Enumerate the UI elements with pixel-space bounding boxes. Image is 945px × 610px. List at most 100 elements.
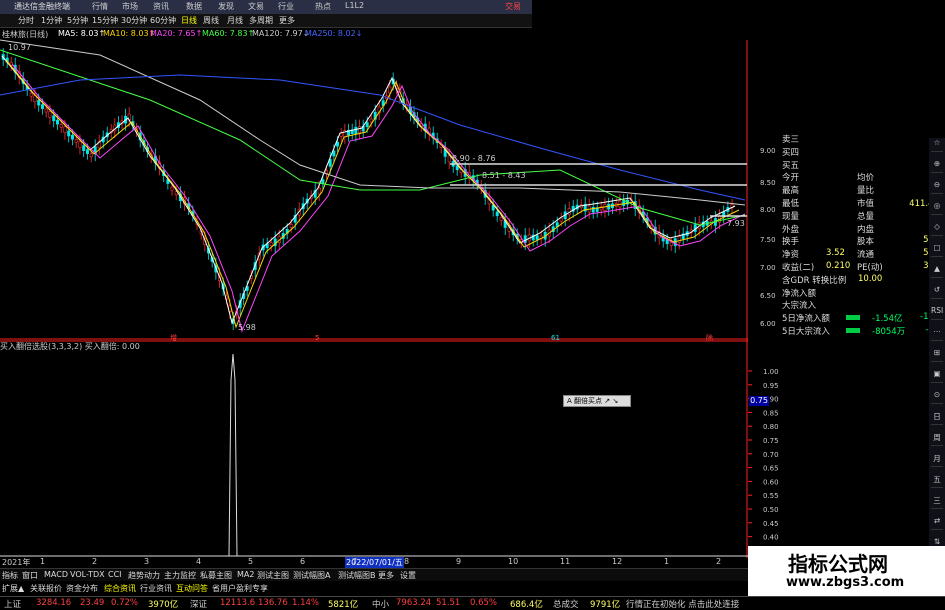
quote-row: 买四	[780, 146, 945, 158]
ext-fund-dist[interactable]: 资金分布	[66, 583, 98, 594]
tab-settings[interactable]: 设置	[400, 570, 416, 581]
indicator-ytick: 0.60	[763, 478, 779, 486]
sidebar-tool-icon[interactable]: □	[931, 243, 943, 257]
tab-main-monitor[interactable]: 主力监控	[164, 570, 196, 581]
sidebar-tool-icon[interactable]: 月	[931, 453, 943, 467]
tab-vol-tdx[interactable]: VOL-TDX	[70, 570, 105, 579]
menu-industry[interactable]: 行业	[278, 1, 294, 12]
candle-body	[55, 119, 59, 125]
date-tick: 10	[508, 557, 519, 566]
hline-label-1: 8.90 - 8.76	[452, 154, 496, 163]
ext-news[interactable]: 综合资讯	[104, 583, 136, 594]
sidebar-tool-icon[interactable]: ▲	[931, 264, 943, 278]
period-60m[interactable]: 60分钟	[150, 15, 176, 26]
candle-body	[369, 118, 373, 123]
ext-related-quote[interactable]: 关联报价	[30, 583, 62, 594]
period-more[interactable]: 更多	[279, 15, 295, 26]
quote-row: 大宗流入	[780, 299, 945, 311]
sidebar-tool-icon[interactable]: ↺	[931, 285, 943, 299]
sidebar-tool-icon[interactable]: ▣	[931, 369, 943, 383]
sidebar-tool-icon[interactable]: ⇄	[931, 516, 943, 530]
ma10-label: MA10: 8.03↑	[103, 29, 156, 38]
period-tick[interactable]: 分时	[18, 15, 34, 26]
tab-test-sub-a[interactable]: 测试幅图A	[293, 570, 330, 581]
candle-body	[89, 153, 93, 158]
ext-industry-news[interactable]: 行业资讯	[140, 583, 172, 594]
sidebar-tool-icon[interactable]: ⋯	[931, 327, 943, 341]
menu-wenyi[interactable]: 文易	[248, 1, 264, 12]
tab-more[interactable]: 更多	[378, 570, 394, 581]
sidebar-tool-icon[interactable]: ◎	[931, 201, 943, 215]
tab-test-main[interactable]: 测试主图	[257, 570, 289, 581]
sidebar-tool-icon[interactable]: ⊙	[931, 390, 943, 404]
period-1m[interactable]: 1分钟	[41, 15, 62, 26]
quote-row: 买五	[780, 159, 945, 171]
period-15m[interactable]: 15分钟	[92, 15, 118, 26]
tab-private-main[interactable]: 私募主图	[200, 570, 232, 581]
candle-body	[321, 179, 325, 184]
candle-body	[499, 217, 503, 221]
sidebar-tool-icon[interactable]: 三	[931, 495, 943, 509]
period-weekly[interactable]: 周线	[203, 15, 219, 26]
tab-test-sub-b[interactable]: 测试幅图B	[338, 570, 376, 581]
menu-market[interactable]: 市场	[122, 1, 138, 12]
quote-row-field: 市值	[857, 199, 875, 209]
tab-macd[interactable]: MACD	[44, 570, 68, 579]
ytick-800: 8.00	[760, 206, 776, 214]
quote-row-label: 净资	[782, 250, 800, 261]
trade-button[interactable]: 交易	[505, 1, 521, 12]
status-item: 12113.6	[220, 598, 256, 608]
sidebar-tool-icon[interactable]: ⊕	[931, 159, 943, 173]
candle-body	[336, 141, 340, 147]
status-bar: 上证 3284.16 23.49 0.72% 3970亿 深证 12113.6 136.76 1…	[0, 596, 945, 610]
quote-row-label: 现量	[782, 211, 800, 222]
period-5m[interactable]: 5分钟	[67, 15, 88, 26]
menu-hot[interactable]: 热点	[315, 1, 331, 12]
ext-expand[interactable]: 扩展▲	[2, 583, 24, 594]
tab-cci[interactable]: CCI	[108, 570, 122, 579]
menu-discover[interactable]: 发现	[218, 1, 234, 12]
sidebar-tool-icon[interactable]: 日	[931, 411, 943, 425]
sidebar-tool-icon[interactable]: 周	[931, 432, 943, 446]
ext-qa[interactable]: 互动问答	[176, 583, 208, 594]
status-item: 深证	[190, 600, 208, 610]
sidebar-tool-icon[interactable]: ◇	[931, 222, 943, 236]
menu-quotes[interactable]: 行情	[92, 1, 108, 12]
tab-ma2[interactable]: MA2	[237, 570, 254, 579]
period-daily[interactable]: 日线	[181, 15, 197, 26]
title-bar: 通达信金融终端 行情 市场 资讯 数据 发现 文易 行业 热点 L1L2 交易	[0, 0, 532, 14]
tab-trend[interactable]: 趋势动力	[128, 570, 160, 581]
indicator-tabs: 指标 窗口 MACD VOL-TDX CCI 趋势动力 主力监控 私募主图 MA…	[0, 568, 760, 581]
quote-row-field: 均价	[857, 173, 875, 184]
candle-body	[447, 155, 451, 163]
tab-indicator[interactable]: 指标	[2, 570, 18, 581]
indicator-chart[interactable]: 1.000.950.900.850.800.750.700.650.600.55…	[0, 340, 779, 558]
status-item: 5821亿	[328, 600, 359, 610]
extension-bar: 扩展▲ 关联报价 资金分布 综合资讯 行业资讯 互动问答 省用户盈利专享	[0, 582, 760, 594]
indicator-ytick: 0.45	[763, 520, 779, 528]
sidebar-tool-icon[interactable]: ⊞	[931, 348, 943, 362]
candle-body	[354, 126, 358, 135]
ytick-600: 6.00	[760, 320, 776, 328]
period-multi[interactable]: 多周期	[249, 15, 273, 26]
tab-window[interactable]: 窗口	[22, 570, 38, 581]
menu-news[interactable]: 资讯	[153, 1, 169, 12]
status-item[interactable]: 行情正在初始化 点击此处连接	[626, 598, 739, 610]
ext-profit[interactable]: 省用户盈利专享	[212, 583, 268, 594]
ytick-750: 7.50	[760, 236, 776, 244]
kline-chart[interactable]: 8.90 - 8.76 8.51 - 8.43 10.97 5.98 7.93 …	[0, 39, 776, 342]
signal-popup[interactable]: A 翻倍买点 ↗ ↘	[563, 395, 631, 407]
menu-data[interactable]: 数据	[186, 1, 202, 12]
sidebar-tool-icon[interactable]: ☆	[931, 138, 943, 152]
quote-row-label: 收益(二)	[782, 263, 815, 273]
period-monthly[interactable]: 月线	[227, 15, 243, 26]
sidebar-tool-icon[interactable]: RSI	[931, 306, 943, 320]
watermark-url: www.zbgs3.com	[786, 575, 905, 590]
menu-l1l2[interactable]: L1L2	[345, 1, 364, 10]
candle-body	[559, 217, 563, 222]
quote-row-value: 0.210	[826, 261, 851, 271]
sidebar-tool-icon[interactable]: 五	[931, 474, 943, 488]
period-30m[interactable]: 30分钟	[121, 15, 147, 26]
ytick-700: 7.00	[760, 264, 776, 272]
sidebar-tool-icon[interactable]: ⊖	[931, 180, 943, 194]
